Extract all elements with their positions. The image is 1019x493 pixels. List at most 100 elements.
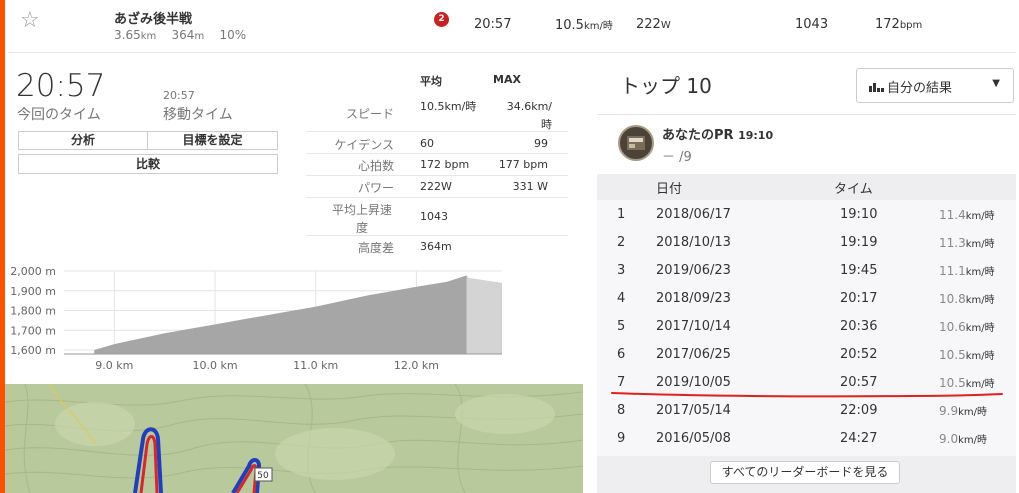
y-tick-label: 2,000 m xyxy=(10,265,56,278)
stats-max-header: MAX xyxy=(493,73,521,86)
row-date[interactable]: 2018/10/13 xyxy=(656,235,731,250)
row-speed: 10.8km/時 xyxy=(939,291,995,306)
row-rank: 6 xyxy=(617,347,626,362)
row-rank: 4 xyxy=(617,291,626,306)
row-speed: 11.1km/時 xyxy=(939,263,995,278)
table-row[interactable]: 6 2017/06/25 20:52 10.5km/時 xyxy=(597,340,1016,368)
stat-max-cadence: 99 xyxy=(534,137,548,150)
row-date[interactable]: 2019/06/23 xyxy=(656,263,731,278)
segment-speed: 10.5km/時 xyxy=(555,17,613,33)
stat-avg-power: 222W xyxy=(420,180,452,193)
row-speed-unit: km/時 xyxy=(958,435,987,446)
table-row[interactable]: 1 2018/06/17 19:10 11.4km/時 xyxy=(597,200,1016,228)
stat-max-heartrate: 177 bpm xyxy=(498,158,548,171)
x-tick-label: 10.0 km xyxy=(192,359,237,372)
table-row[interactable]: 3 2019/06/23 19:45 11.1km/時 xyxy=(597,256,1016,284)
power-unit: W xyxy=(660,20,671,31)
star-icon[interactable]: ☆ xyxy=(20,10,40,32)
table-row[interactable]: 2 2018/10/13 19:19 11.3km/時 xyxy=(597,228,1016,256)
row-time: 20:52 xyxy=(840,347,878,362)
elapsed-time-label: 今回のタイム xyxy=(17,107,101,123)
speed-value: 10.5 xyxy=(555,18,584,33)
compare-button[interactable]: 比較 xyxy=(18,154,278,174)
row-speed-value: 11.4 xyxy=(939,208,966,222)
row-speed: 10.5km/時 xyxy=(939,347,995,362)
segment-stats: 3.65km 364m 10% xyxy=(114,28,246,42)
table-row[interactable]: 8 2017/05/14 22:09 9.9km/時 xyxy=(597,396,1016,424)
row-speed: 11.3km/時 xyxy=(939,235,995,250)
table-row[interactable]: 9 2016/05/08 24:27 9.0km/時 xyxy=(597,424,1016,452)
stat-label-power: パワー xyxy=(357,181,394,195)
segment-power: 222W xyxy=(636,17,671,32)
row-date[interactable]: 2018/06/17 xyxy=(656,207,731,222)
personal-record-panel xyxy=(597,114,1016,174)
row-time: 19:19 xyxy=(840,235,878,250)
row-speed-value: 9.9 xyxy=(939,404,959,418)
row-speed-value: 10.6 xyxy=(939,320,966,334)
leaderboard-title: トップ 10 xyxy=(620,74,712,98)
pr-label: あなたのPR 19:10 xyxy=(662,124,773,143)
x-tick-label: 9.0 km xyxy=(95,359,133,372)
see-all-leaderboards-button[interactable]: すべてのリーダーボードを見る xyxy=(710,461,900,484)
row-speed: 10.6km/時 xyxy=(939,319,995,334)
row-speed-unit: km/時 xyxy=(965,295,995,306)
segment-name[interactable]: あざみ後半戦 xyxy=(114,8,192,27)
top-divider xyxy=(8,52,1016,53)
stat-label-heartrate: 心拍数 xyxy=(357,159,394,173)
y-tick-label: 1,700 m xyxy=(10,324,56,337)
y-tick-label: 1,600 m xyxy=(10,344,56,357)
elevation-area xyxy=(94,275,467,354)
avatar[interactable] xyxy=(618,125,654,161)
rank-badge: 2 xyxy=(434,12,449,27)
chevron-down-icon: ▼ xyxy=(992,78,1000,89)
row-speed: 10.5km/時 xyxy=(939,375,995,390)
route-map[interactable]: 50 xyxy=(5,384,583,493)
row-speed-value: 10.5 xyxy=(939,348,966,362)
row-rank: 3 xyxy=(617,263,626,278)
stat-divider xyxy=(306,197,568,198)
row-speed: 9.9km/時 xyxy=(939,403,987,418)
stat-avg-climb: 1043 xyxy=(420,210,448,223)
segment-heartrate: 172bpm xyxy=(875,17,922,32)
row-speed-unit: km/時 xyxy=(965,267,995,278)
row-date[interactable]: 2018/09/23 xyxy=(656,291,731,306)
col-time: タイム xyxy=(834,182,873,197)
stat-label-cadence: ケイデンス xyxy=(334,138,394,152)
row-date[interactable]: 2019/10/05 xyxy=(656,375,731,390)
road-label: 50 xyxy=(257,471,269,481)
row-speed-unit: km/時 xyxy=(965,211,995,222)
row-rank: 8 xyxy=(617,403,626,418)
row-speed-value: 9.0 xyxy=(939,432,959,446)
pr-label-text: あなたのPR xyxy=(662,128,734,143)
filter-label: 自分の結果 xyxy=(887,81,953,96)
table-row[interactable]: 5 2017/10/14 20:36 10.6km/時 xyxy=(597,312,1016,340)
segment-distance: 3.65 xyxy=(114,28,141,42)
stat-label-speed: スピード xyxy=(345,107,394,121)
row-rank: 1 xyxy=(617,207,626,222)
leaderboard-filter-dropdown[interactable]: 自分の結果 ▼ xyxy=(856,68,1014,103)
elevation-chart[interactable]: 2,000 m 1,900 m 1,800 m 1,700 m 1,600 m 9.0 … xyxy=(0,262,510,374)
row-date[interactable]: 2016/05/08 xyxy=(656,431,731,446)
pr-time: 19:10 xyxy=(738,129,774,142)
row-rank: 5 xyxy=(617,319,626,334)
highlight-underline xyxy=(611,392,1003,398)
heartrate-value: 172 xyxy=(875,17,900,32)
elevation-unit: m xyxy=(194,31,205,42)
row-date[interactable]: 2017/05/14 xyxy=(656,403,731,418)
bar-chart-icon xyxy=(869,83,884,92)
table-row[interactable]: 4 2018/09/23 20:17 10.8km/時 xyxy=(597,284,1016,312)
row-date[interactable]: 2017/10/14 xyxy=(656,319,731,334)
row-time: 24:27 xyxy=(840,431,878,446)
row-time: 20:17 xyxy=(840,291,878,306)
moving-time-label: 移動タイム xyxy=(163,107,233,123)
segment-grade: 10% xyxy=(219,28,247,42)
analysis-button[interactable]: 分析 xyxy=(18,131,148,150)
set-goal-button[interactable]: 目標を設定 xyxy=(147,131,278,150)
row-date[interactable]: 2017/06/25 xyxy=(656,347,731,362)
row-time: 20:36 xyxy=(840,319,878,334)
row-rank: 7 xyxy=(617,375,626,390)
speed-unit: km/時 xyxy=(583,21,613,32)
power-value: 222 xyxy=(636,17,661,32)
elevation-area-after xyxy=(466,275,502,354)
row-time: 19:10 xyxy=(840,207,878,222)
